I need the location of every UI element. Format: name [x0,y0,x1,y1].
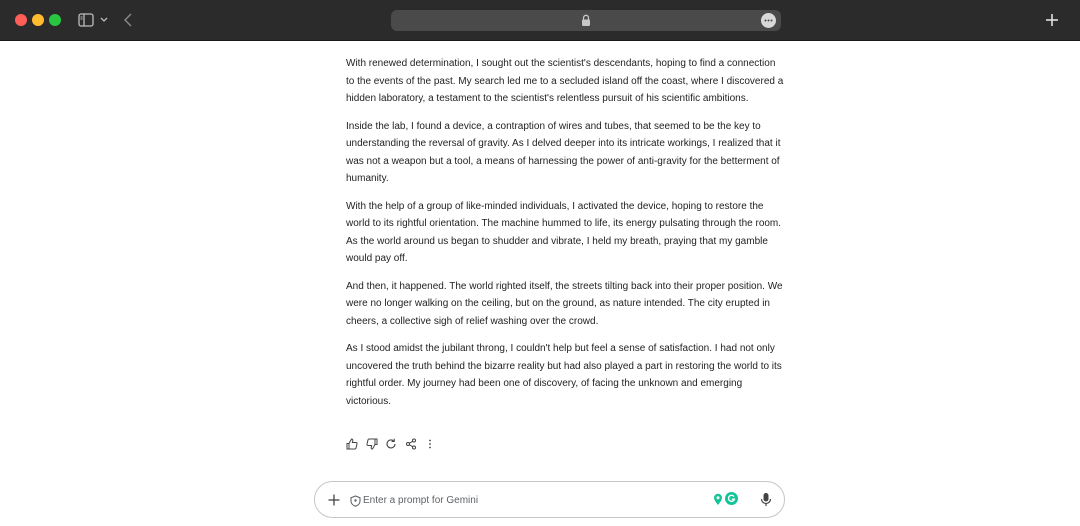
model-response: With renewed determination, I sought out… [346,55,786,420]
microphone-icon[interactable] [760,492,772,508]
back-arrow-icon[interactable] [122,12,134,28]
response-paragraph: As I stood amidst the jubilant throng, I… [346,343,782,407]
close-window-button[interactable] [15,14,27,26]
prompt-input[interactable] [363,491,703,509]
plus-icon[interactable] [1044,12,1060,28]
more-vertical-icon[interactable] [423,437,437,451]
response-actions [345,437,443,451]
more-icon[interactable] [761,13,776,28]
share-icon[interactable] [404,437,418,451]
minimize-window-button[interactable] [32,14,44,26]
location-pin-icon[interactable] [713,493,723,506]
response-paragraph: With renewed determination, I sought out… [346,58,784,104]
zoom-window-button[interactable] [49,14,61,26]
response-paragraph: With the help of a group of like-minded … [346,200,782,265]
address-bar[interactable] [391,10,781,31]
chevron-down-icon[interactable] [99,15,109,25]
add-attachment-icon[interactable] [327,493,341,507]
response-paragraph: Inside the lab, I found a device, a cont… [346,120,781,185]
shield-icon [350,494,361,507]
prompt-bar [314,481,785,518]
thumbs-down-icon[interactable] [365,437,379,451]
grammarly-icon[interactable] [725,492,738,505]
sidebar-toggle-icon[interactable] [78,12,94,28]
regenerate-icon[interactable] [384,437,398,451]
response-paragraph: And then, it happened. The world righted… [346,280,783,327]
lock-icon [581,14,591,27]
browser-toolbar [0,0,1080,41]
thumbs-up-icon[interactable] [345,437,359,451]
